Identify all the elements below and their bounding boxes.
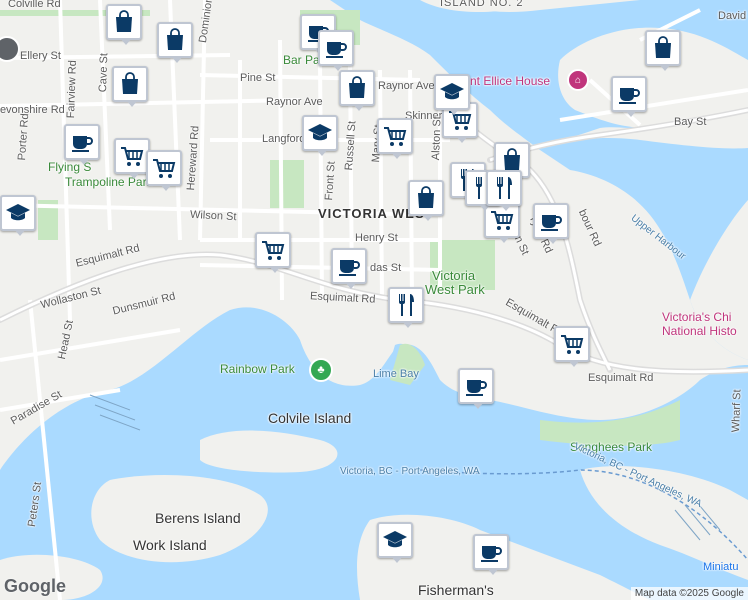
museum-icon[interactable]: ⌂ xyxy=(567,69,589,91)
restaurant-icon xyxy=(491,175,517,201)
school-icon xyxy=(5,200,31,226)
shopping-bag-icon xyxy=(413,185,439,211)
map-pin-cafe[interactable] xyxy=(533,203,569,244)
island-label: Work Island xyxy=(133,537,207,553)
cafe-icon xyxy=(463,373,489,399)
map-pin-shop[interactable] xyxy=(339,70,375,111)
park-icon[interactable]: ♣ xyxy=(309,358,333,382)
cafe-icon xyxy=(336,253,362,279)
cart-icon xyxy=(119,143,145,169)
map-pin-cafe[interactable] xyxy=(318,30,354,71)
park-label: Rainbow Park xyxy=(220,362,295,376)
street-label: das St xyxy=(370,262,402,274)
place-label: ISLAND NO. 2 xyxy=(440,0,524,9)
street-label: Raynor Ave xyxy=(266,96,323,108)
map-pin-grocery[interactable] xyxy=(554,326,590,367)
map-pin-school[interactable] xyxy=(0,195,36,236)
poi-label: National Histo xyxy=(662,324,737,338)
park-label: West Park xyxy=(425,282,485,297)
water-label: Lime Bay xyxy=(373,368,419,380)
street-label: Langford xyxy=(262,133,306,145)
map-pin-shop[interactable] xyxy=(112,66,148,107)
street-label: Wharf St xyxy=(730,389,744,433)
map-pin-school[interactable] xyxy=(377,522,413,563)
map-pin-cafe[interactable] xyxy=(64,124,100,165)
cart-icon xyxy=(260,237,286,263)
map-canvas[interactable]: ⌂ ♣ Colville Rd Dominion Rd Ellery St Ca… xyxy=(0,0,748,600)
museum-label: nt Ellice House xyxy=(470,74,551,88)
map-pin-restaurant[interactable] xyxy=(388,287,424,328)
google-logo: Google xyxy=(4,576,66,596)
school-icon xyxy=(382,527,408,553)
cafe-icon xyxy=(478,539,504,565)
school-icon xyxy=(307,120,333,146)
cafe-icon xyxy=(616,81,642,107)
street-label: Fairview Rd xyxy=(65,59,80,119)
place-label: Miniatu xyxy=(703,561,739,573)
street-label: Wilson St xyxy=(189,208,237,224)
map-pin-cafe[interactable] xyxy=(473,534,509,575)
map-pin-restaurant[interactable] xyxy=(486,170,522,211)
street-label: Pine St xyxy=(240,72,276,84)
ferry-route-label: Victoria, BC - Port Angeles, WA xyxy=(340,466,480,477)
street-label: Cave St xyxy=(97,52,111,93)
street-label: Ellery St xyxy=(20,50,61,62)
street-label: Raynor Ave xyxy=(378,80,435,92)
island-label: Berens Island xyxy=(155,510,241,526)
cart-icon xyxy=(151,155,177,181)
map-pin-cafe[interactable] xyxy=(458,368,494,409)
street-label: Henry St xyxy=(355,232,398,244)
park-label: Victoria xyxy=(432,268,476,283)
map-credit[interactable]: Map data ©2025 Google xyxy=(630,587,748,600)
map-pin-grocery[interactable] xyxy=(377,118,413,159)
cafe-icon xyxy=(69,129,95,155)
map-pin-shop[interactable] xyxy=(157,22,193,63)
map-pin-cafe[interactable] xyxy=(611,76,647,117)
street-label: David xyxy=(718,10,747,22)
street-label: Devonshire Rd xyxy=(0,104,65,116)
cart-icon xyxy=(559,331,585,357)
island-label: Colvile Island xyxy=(268,410,352,426)
shopping-bag-icon xyxy=(650,35,676,61)
map-pin-school[interactable] xyxy=(434,74,470,115)
shopping-bag-icon xyxy=(344,75,370,101)
cafe-icon xyxy=(323,35,349,61)
place-label: Fisherman's xyxy=(418,582,494,598)
shopping-bag-icon xyxy=(111,9,137,35)
poi-label: Victoria's Chi xyxy=(662,310,732,324)
shopping-bag-icon xyxy=(117,71,143,97)
cart-icon xyxy=(382,123,408,149)
map-pin-cafe[interactable] xyxy=(331,248,367,289)
map-pin-school[interactable] xyxy=(302,115,338,156)
map-pin-shop[interactable] xyxy=(106,4,142,45)
map-pin-shop[interactable] xyxy=(645,30,681,71)
shopping-bag-icon xyxy=(162,27,188,53)
street-label: Colville Rd xyxy=(8,0,61,10)
street-label: Esquimalt Rd xyxy=(588,372,654,384)
street-label: Bay St xyxy=(674,116,707,128)
map-pin-grocery[interactable] xyxy=(255,232,291,273)
cafe-icon xyxy=(538,208,564,234)
restaurant-icon xyxy=(393,292,419,318)
map-pin-grocery[interactable] xyxy=(114,138,150,179)
map-pin-shop[interactable] xyxy=(408,180,444,221)
school-icon xyxy=(439,79,465,105)
map-pin-grocery[interactable] xyxy=(146,150,182,191)
